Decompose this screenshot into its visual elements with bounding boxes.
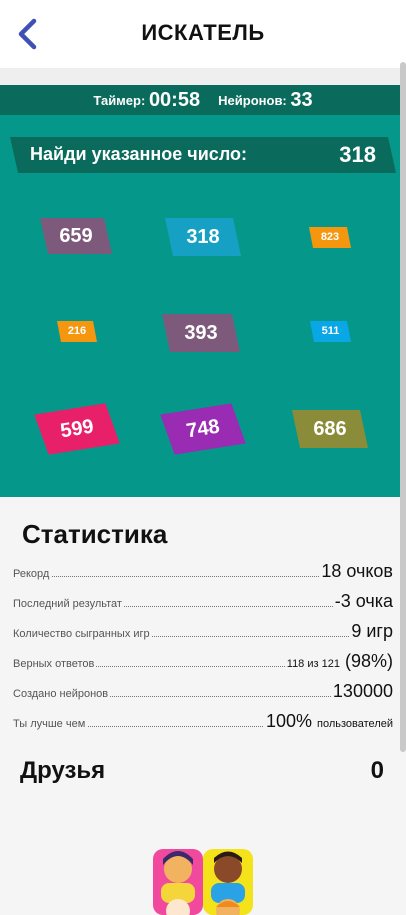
stat-value: -3 очка: [332, 591, 393, 612]
friends-title: Друзья: [20, 757, 106, 784]
tile-value: 216: [67, 325, 87, 337]
timer-value: 00:58: [148, 89, 201, 111]
tile-value: 318: [186, 226, 220, 248]
status-bar: Таймер: 00:58 Нейронов: 33: [0, 85, 406, 115]
tile-value: 659: [59, 225, 93, 247]
game-area: Найди указанное число: 318 659 318 823 2…: [0, 115, 406, 497]
tile-value: 511: [321, 325, 340, 337]
friends-count: 0: [370, 757, 384, 784]
stats-title: Статистика: [22, 519, 168, 549]
number-tile[interactable]: 511: [310, 321, 351, 342]
number-tile[interactable]: 748: [160, 402, 246, 456]
target-number: 318: [339, 142, 376, 167]
number-tile[interactable]: 216: [57, 321, 97, 342]
stat-row-correct-answers: Верных ответов 118 из 121 (98%): [13, 648, 393, 672]
tile-value: 686: [313, 418, 347, 440]
number-tile[interactable]: 686: [292, 410, 368, 448]
number-tile[interactable]: 393: [162, 314, 240, 352]
stat-row-last-result: Последний результат -3 очка: [13, 588, 393, 612]
stat-value: 9 игр: [349, 621, 393, 642]
neurons-label: Нейронов:: [218, 93, 287, 108]
number-tile[interactable]: 659: [40, 218, 112, 254]
number-tile[interactable]: 599: [34, 402, 120, 456]
neurons-value: 33: [290, 89, 313, 111]
friends-avatars-icon: [153, 849, 253, 915]
stat-label: Верных ответов: [13, 658, 97, 670]
stat-value: 18 очков: [319, 561, 393, 582]
stat-value: 118 из 121 (98%): [284, 651, 393, 672]
stat-label: Количество сыгранных игр: [13, 628, 152, 640]
stat-value-prefix: 118 из 121: [286, 658, 340, 670]
target-prompt: Найди указанное число:: [30, 144, 248, 164]
stat-label: Создано нейронов: [13, 688, 111, 700]
tile-value: 823: [320, 231, 340, 243]
stat-value: 100% пользователей: [263, 711, 393, 732]
timer-label: Таймер:: [93, 93, 146, 108]
scrollbar[interactable]: [400, 62, 406, 752]
stat-row-record: Рекорд 18 очков: [13, 558, 393, 582]
stat-value-main: (98%): [344, 651, 393, 671]
stat-value: 130000: [330, 681, 393, 702]
stat-row-better-than: Ты лучше чем 100% пользователей: [13, 708, 393, 732]
page-title: ИСКАТЕЛЬ: [141, 20, 265, 45]
stat-label: Последний результат: [13, 598, 124, 610]
number-tile[interactable]: 318: [165, 218, 241, 256]
stat-row-games-played: Количество сыгранных игр 9 игр: [13, 618, 393, 642]
stat-value-suffix: пользователей: [317, 718, 393, 730]
stat-value-main: 100%: [265, 711, 313, 731]
stats-section: Статистика Рекорд 18 очков Последний рез…: [0, 497, 406, 915]
tile-value: 393: [184, 322, 218, 344]
tile-value: 748: [184, 415, 222, 443]
stat-label: Ты лучше чем: [13, 718, 88, 730]
app-header: ИСКАТЕЛЬ: [0, 0, 406, 68]
tile-value: 599: [58, 415, 96, 443]
stat-row-neurons-created: Создано нейронов 130000: [13, 678, 393, 702]
stat-label: Рекорд: [13, 568, 52, 580]
target-banner: Найди указанное число: 318: [10, 137, 396, 173]
number-tile[interactable]: 823: [309, 227, 351, 248]
